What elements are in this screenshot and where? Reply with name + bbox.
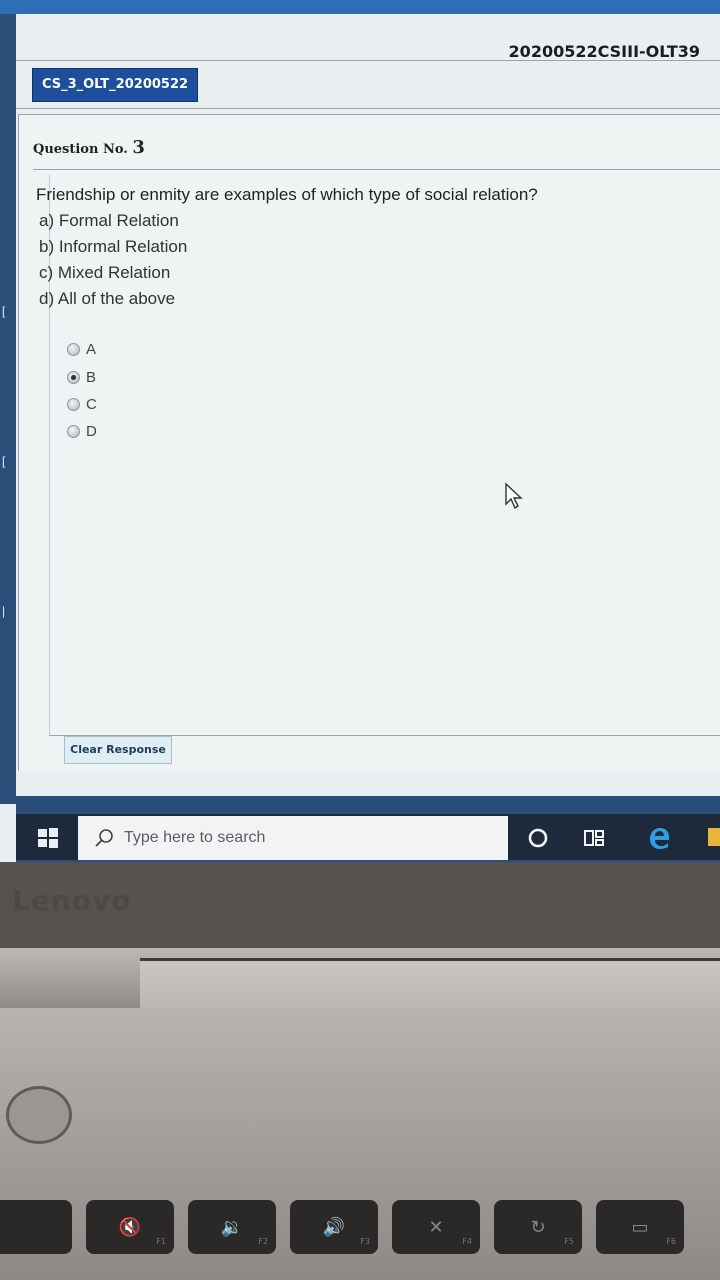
answer-option-d[interactable]: D <box>67 423 97 440</box>
search-placeholder: Type here to search <box>124 829 266 846</box>
f1-key[interactable]: 🔇 F1 <box>86 1200 174 1254</box>
window-title-bar <box>0 0 720 14</box>
f2-key[interactable]: 🔉 F2 <box>188 1200 276 1254</box>
strip-glyph: [ <box>2 304 6 318</box>
answer-option-a[interactable]: A <box>67 341 96 358</box>
volume-down-icon: 🔉 <box>220 1216 244 1238</box>
esc-key[interactable] <box>0 1200 72 1254</box>
edge-browser-icon[interactable] <box>648 826 672 850</box>
strip-glyph: [ <box>2 454 6 468</box>
radio-d[interactable] <box>67 425 80 438</box>
taskbar-bar: Type here to search <box>16 814 720 860</box>
question-label: Question No. <box>33 142 128 157</box>
file-explorer-icon[interactable] <box>708 828 720 846</box>
option-text: d) All of the above <box>39 289 176 308</box>
mic-mute-icon: ✕ <box>428 1216 444 1238</box>
answer-option-c[interactable]: C <box>67 396 97 413</box>
clear-response-button[interactable]: Clear Response <box>64 736 172 764</box>
divider <box>16 60 720 61</box>
cortana-icon[interactable] <box>526 826 550 850</box>
answer-label: D <box>86 423 97 440</box>
radio-a[interactable] <box>67 343 80 356</box>
answer-label: B <box>86 369 97 386</box>
divider <box>33 169 720 170</box>
mouse-cursor-icon <box>505 482 523 510</box>
key-label: F4 <box>462 1237 472 1246</box>
radio-c[interactable] <box>67 398 80 411</box>
taskbar-search-input[interactable]: Type here to search <box>78 816 508 860</box>
key-label: F5 <box>564 1237 574 1246</box>
option-text: b) Informal Relation <box>39 237 188 256</box>
key-label: F3 <box>360 1237 370 1246</box>
section-tab[interactable]: CS_3_OLT_20200522 <box>32 68 198 102</box>
brand-logo: Lenovo <box>12 884 132 917</box>
key-label: F2 <box>258 1237 268 1246</box>
windows-start-icon[interactable] <box>38 828 58 848</box>
option-text: c) Mixed Relation <box>39 263 171 282</box>
task-view-icon[interactable] <box>582 826 606 850</box>
key-label: F6 <box>666 1237 676 1246</box>
mute-icon: 🔇 <box>118 1216 142 1238</box>
radio-b[interactable] <box>67 371 80 384</box>
question-panel: Question No. 3 Friendship or enmity are … <box>18 114 720 771</box>
answer-area <box>49 175 720 736</box>
f5-key[interactable]: ↻ F5 <box>494 1200 582 1254</box>
answer-option-b[interactable]: B <box>67 369 96 386</box>
answer-label: A <box>86 341 97 358</box>
f6-key[interactable]: ▭ F6 <box>596 1200 684 1254</box>
key-label: F1 <box>156 1237 166 1246</box>
power-button[interactable] <box>6 1086 72 1144</box>
strip-glyph: | <box>2 604 6 618</box>
background-window-strip: [ [ | <box>0 14 16 804</box>
f4-key[interactable]: ✕ F4 <box>392 1200 480 1254</box>
taskbar: Type here to search <box>16 796 720 862</box>
option-text: a) Formal Relation <box>39 211 179 230</box>
question-header: Question No. 3 <box>33 137 145 158</box>
divider <box>16 108 720 109</box>
search-icon <box>95 829 113 847</box>
volume-up-icon: 🔊 <box>322 1216 346 1238</box>
screen: [ [ | 20200522CSIII-OLT39 CS_3_OLT_20200… <box>0 0 720 862</box>
question-number: 3 <box>132 137 145 158</box>
touchpad-toggle-icon: ▭ <box>631 1216 649 1238</box>
answer-label: C <box>86 396 97 413</box>
question-text: Friendship or enmity are examples of whi… <box>36 185 538 204</box>
exam-id: 20200522CSIII-OLT39 <box>508 42 700 61</box>
refresh-icon: ↻ <box>530 1216 546 1238</box>
f3-key[interactable]: 🔊 F3 <box>290 1200 378 1254</box>
